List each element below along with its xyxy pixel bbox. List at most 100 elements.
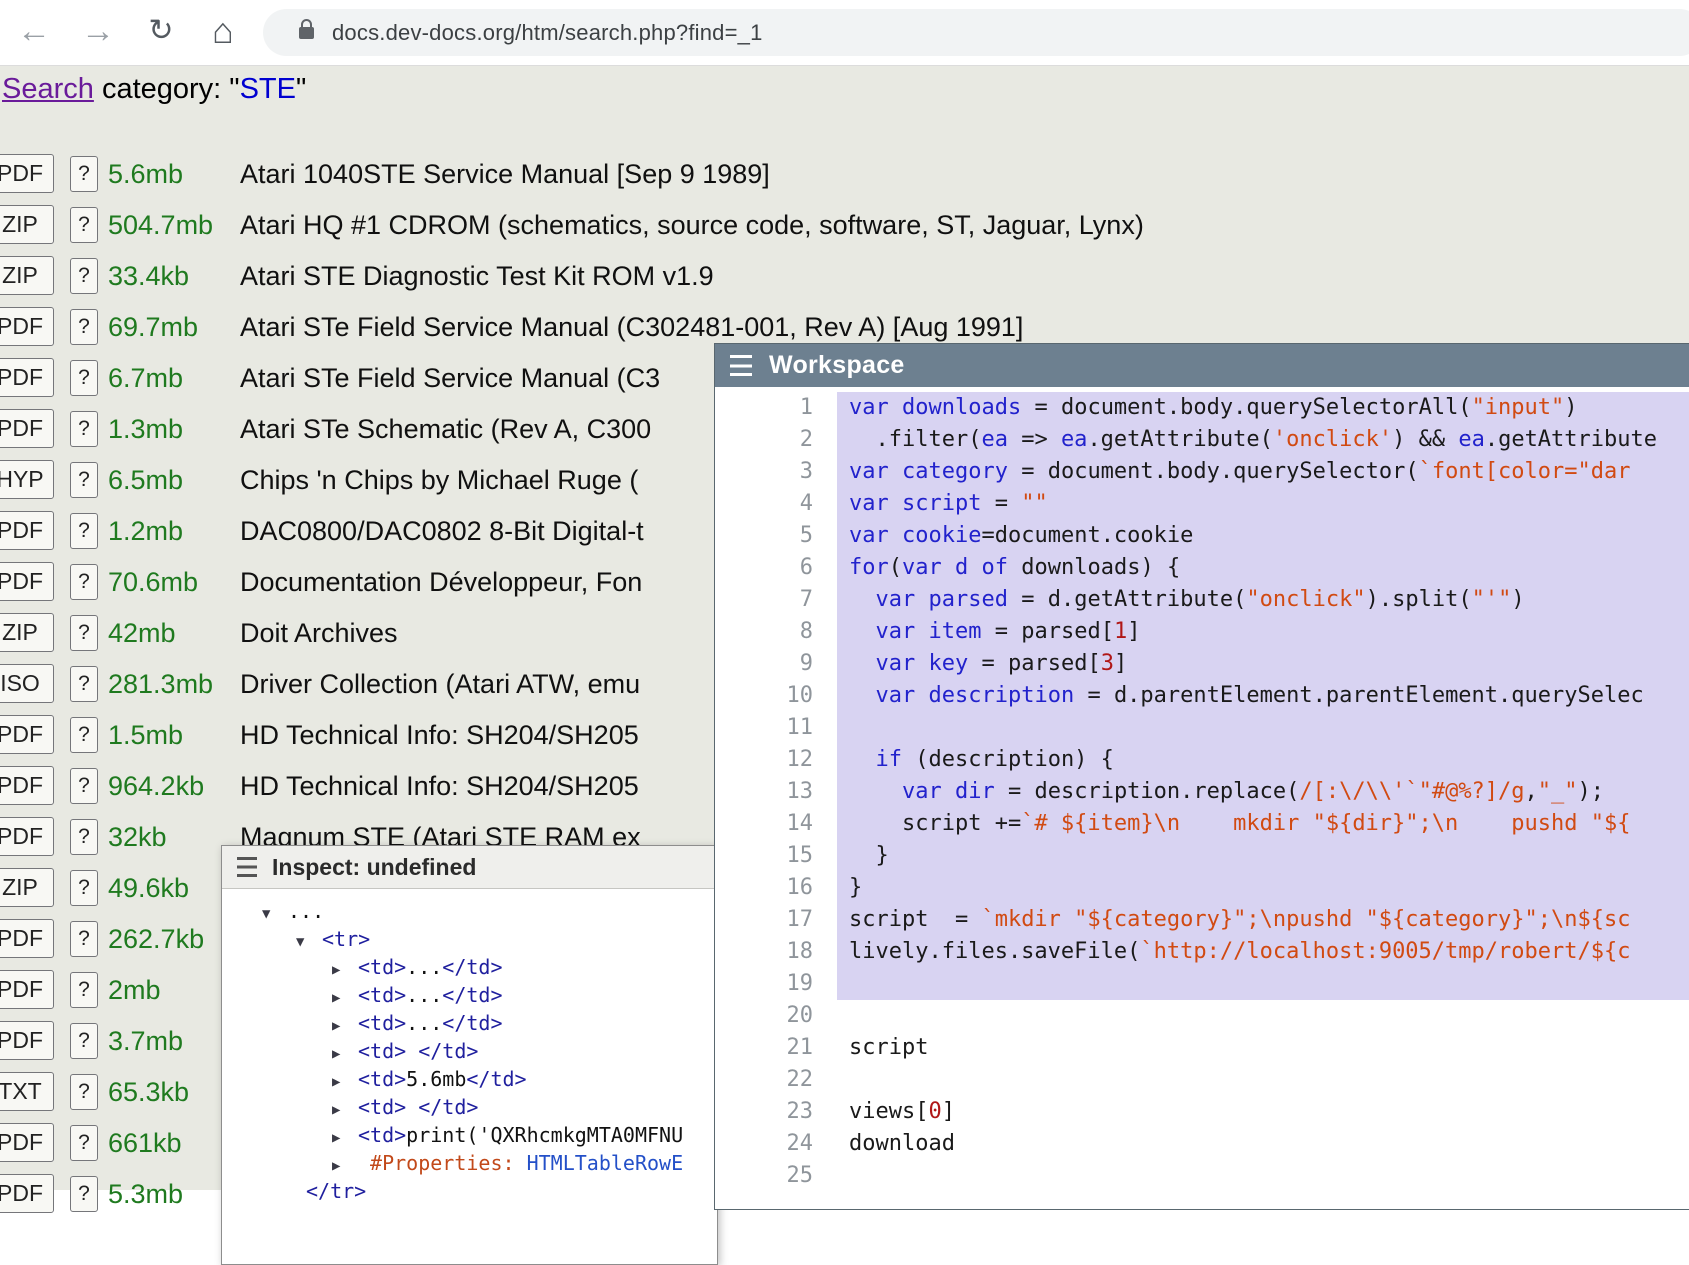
collapsed-arrow-icon[interactable]: ▶ (332, 1068, 358, 1096)
code-text[interactable]: views[0] (837, 1096, 1689, 1128)
code-line[interactable]: 18lively.files.saveFile(`http://localhos… (715, 936, 1689, 968)
code-line[interactable]: 17script = `mkdir "${category}";\npushd … (715, 904, 1689, 936)
file-type-badge[interactable]: TXT (0, 1072, 54, 1111)
file-type-badge[interactable]: PDF (0, 817, 54, 856)
file-type-badge[interactable]: PDF (0, 919, 54, 958)
code-line[interactable]: 4var script = "" (715, 488, 1689, 520)
tree-node[interactable]: ▶<td>5.6mb</td> (222, 1065, 717, 1093)
tree-node[interactable]: ▶ #Properties: HTMLTableRowE (222, 1149, 717, 1177)
help-button[interactable]: ? (70, 513, 98, 549)
tree-node[interactable]: ▶<td>print('QXRhcmkgMTA0MFNU (222, 1121, 717, 1149)
help-button[interactable]: ? (70, 768, 98, 804)
code-line[interactable]: 5var cookie=document.cookie (715, 520, 1689, 552)
file-type-badge[interactable]: PDF (0, 511, 54, 550)
help-button[interactable]: ? (70, 1125, 98, 1161)
collapsed-arrow-icon[interactable]: ▶ (332, 1012, 358, 1040)
collapsed-arrow-icon[interactable]: ▶ (332, 956, 358, 984)
code-line[interactable]: 3var category = document.body.querySelec… (715, 456, 1689, 488)
code-line[interactable]: 25 (715, 1160, 1689, 1192)
code-text[interactable] (837, 968, 1689, 1000)
code-line[interactable]: 22 (715, 1064, 1689, 1096)
help-button[interactable]: ? (70, 1023, 98, 1059)
help-button[interactable]: ? (70, 360, 98, 396)
code-text[interactable]: var cookie=document.cookie (837, 520, 1689, 552)
expanded-arrow-icon[interactable]: ▼ (262, 900, 288, 928)
code-text[interactable]: } (837, 840, 1689, 872)
file-type-badge[interactable]: PDF (0, 715, 54, 754)
code-text[interactable]: lively.files.saveFile(`http://localhost:… (837, 936, 1689, 968)
help-button[interactable]: ? (70, 870, 98, 906)
code-line[interactable]: 21script (715, 1032, 1689, 1064)
code-text[interactable] (837, 1064, 1689, 1096)
code-text[interactable] (837, 1000, 1689, 1032)
code-text[interactable]: .filter(ea => ea.getAttribute('onclick')… (837, 424, 1689, 456)
tree-node[interactable]: ▶<td>...</td> (222, 1009, 717, 1037)
code-text[interactable]: for(var d of downloads) { (837, 552, 1689, 584)
tree-node[interactable]: ▼<tr> (222, 925, 717, 953)
help-button[interactable]: ? (70, 462, 98, 498)
file-type-badge[interactable]: PDF (0, 307, 54, 346)
file-type-badge[interactable]: PDF (0, 358, 54, 397)
url-bar[interactable]: docs.dev-docs.org/htm/search.php?find=_1 (263, 9, 1689, 56)
refresh-icon[interactable]: ↻ (141, 0, 181, 65)
tree-node[interactable]: </tr> (222, 1177, 717, 1205)
back-icon[interactable]: ← (14, 0, 54, 65)
code-line[interactable]: 10 var description = d.parentElement.par… (715, 680, 1689, 712)
menu-icon[interactable] (730, 355, 752, 376)
help-button[interactable]: ? (70, 615, 98, 651)
help-button[interactable]: ? (70, 564, 98, 600)
file-type-badge[interactable]: ZIP (0, 256, 54, 295)
code-line[interactable]: 7 var parsed = d.getAttribute("onclick")… (715, 584, 1689, 616)
help-button[interactable]: ? (70, 972, 98, 1008)
help-button[interactable]: ? (70, 819, 98, 855)
help-button[interactable]: ? (70, 921, 98, 957)
help-button[interactable]: ? (70, 207, 98, 243)
help-button[interactable]: ? (70, 1074, 98, 1110)
tree-node[interactable]: ▶<td> </td> (222, 1037, 717, 1065)
file-type-badge[interactable]: ZIP (0, 868, 54, 907)
search-link[interactable]: Search (2, 73, 94, 105)
code-text[interactable]: } (837, 872, 1689, 904)
file-type-badge[interactable]: PDF (0, 1174, 54, 1213)
tree-node[interactable]: ▼... (222, 897, 717, 925)
workspace-titlebar[interactable]: Workspace (715, 344, 1689, 387)
code-line[interactable]: 2 .filter(ea => ea.getAttribute('onclick… (715, 424, 1689, 456)
inspector-tree[interactable]: ▼...▼<tr>▶<td>...</td>▶<td>...</td>▶<td>… (222, 889, 717, 1265)
help-button[interactable]: ? (70, 258, 98, 294)
code-line[interactable]: 9 var key = parsed[3] (715, 648, 1689, 680)
code-text[interactable]: script = `mkdir "${category}";\npushd "$… (837, 904, 1689, 936)
inspector-titlebar[interactable]: Inspect: undefined (222, 846, 717, 889)
code-line[interactable]: 6for(var d of downloads) { (715, 552, 1689, 584)
code-line[interactable]: 19 (715, 968, 1689, 1000)
code-text[interactable]: if (description) { (837, 744, 1689, 776)
code-line[interactable]: 1var downloads = document.body.querySele… (715, 392, 1689, 424)
expanded-arrow-icon[interactable]: ▼ (296, 928, 322, 956)
code-text[interactable]: script +=`# ${item}\n mkdir "${dir}";\n … (837, 808, 1689, 840)
code-text[interactable]: var downloads = document.body.querySelec… (837, 392, 1689, 424)
code-text[interactable]: var script = "" (837, 488, 1689, 520)
code-line[interactable]: 14 script +=`# ${item}\n mkdir "${dir}";… (715, 808, 1689, 840)
file-type-badge[interactable]: PDF (0, 970, 54, 1009)
tree-node[interactable]: ▶<td>...</td> (222, 981, 717, 1009)
code-line[interactable]: 15 } (715, 840, 1689, 872)
code-text[interactable]: var key = parsed[3] (837, 648, 1689, 680)
collapsed-arrow-icon[interactable]: ▶ (332, 1096, 358, 1124)
help-button[interactable]: ? (70, 411, 98, 447)
file-type-badge[interactable]: PDF (0, 766, 54, 805)
file-type-badge[interactable]: ZIP (0, 205, 54, 244)
collapsed-arrow-icon[interactable]: ▶ (332, 984, 358, 1012)
file-type-badge[interactable]: PDF (0, 562, 54, 601)
help-button[interactable]: ? (70, 717, 98, 753)
code-text[interactable]: download (837, 1128, 1689, 1160)
code-text[interactable]: var description = d.parentElement.parent… (837, 680, 1689, 712)
code-line[interactable]: 23views[0] (715, 1096, 1689, 1128)
collapsed-arrow-icon[interactable]: ▶ (332, 1124, 358, 1152)
menu-icon[interactable] (237, 857, 257, 877)
home-icon[interactable]: ⌂ (203, 0, 243, 65)
code-text[interactable]: var category = document.body.querySelect… (837, 456, 1689, 488)
help-button[interactable]: ? (70, 156, 98, 192)
code-line[interactable]: 20 (715, 1000, 1689, 1032)
help-button[interactable]: ? (70, 1176, 98, 1212)
code-text[interactable] (837, 712, 1689, 744)
file-type-badge[interactable]: HYP (0, 460, 54, 499)
